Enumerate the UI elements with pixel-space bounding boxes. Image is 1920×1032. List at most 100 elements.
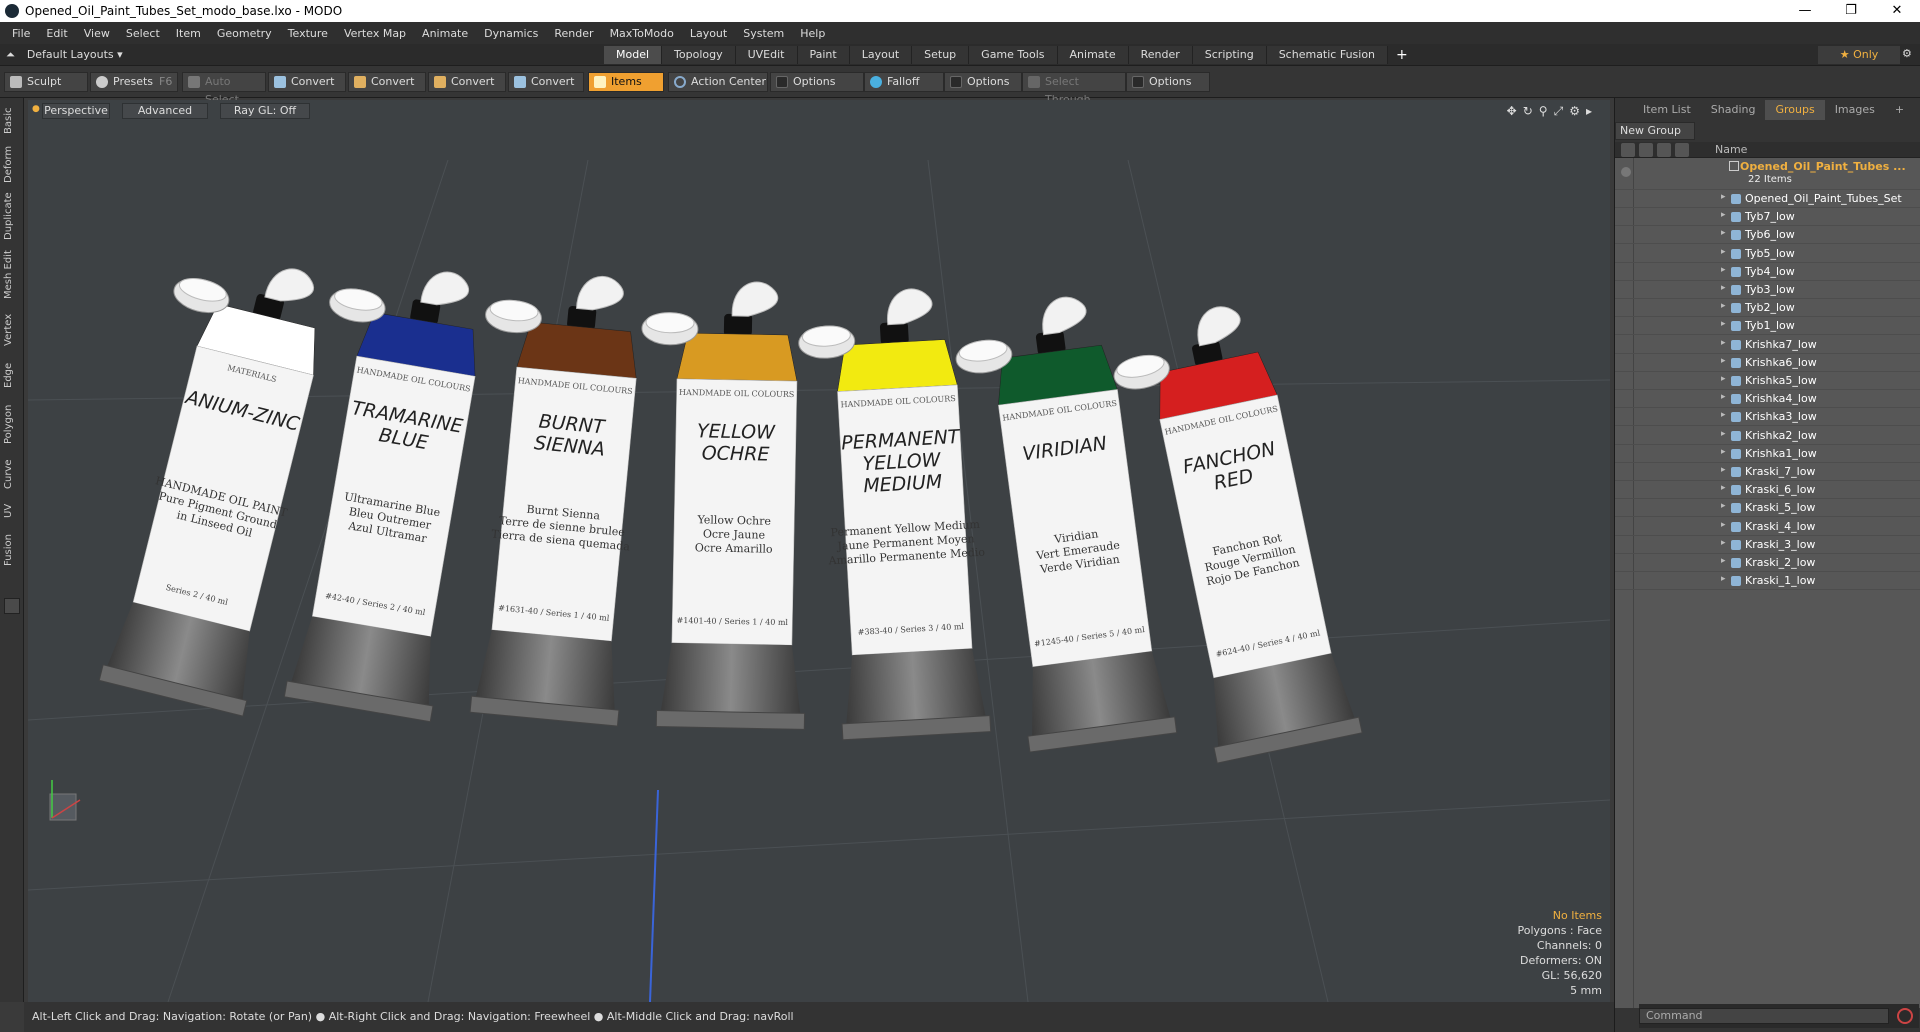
convert-polygon-button[interactable]: Convert (428, 72, 506, 92)
expand-arrow-icon[interactable]: ▸ (1721, 538, 1726, 548)
tab-animate[interactable]: Animate (1057, 46, 1129, 64)
group-item-row[interactable]: ▸ Tyb4_low (1615, 263, 1920, 281)
3d-viewport[interactable]: MATERIALS ANIUM-ZINC HANDMADE OIL PAINT Pur… (28, 100, 1610, 1002)
group-item-row[interactable]: ▸ Tyb5_low (1615, 245, 1920, 263)
pan-icon[interactable]: ✥ (1507, 104, 1517, 119)
falloff-options-button[interactable]: Options (944, 72, 1022, 92)
select-through-button[interactable]: Select Through (1022, 72, 1126, 106)
maximize-button[interactable]: ❐ (1828, 0, 1874, 22)
tab-paint[interactable]: Paint (797, 46, 850, 64)
add-panel-tab-icon[interactable]: + (1885, 100, 1914, 120)
menu-geometry[interactable]: Geometry (209, 27, 280, 40)
gear-icon[interactable]: ⚙ (1902, 47, 1912, 60)
expand-arrow-icon[interactable]: ▸ (1721, 301, 1726, 311)
menu-layout[interactable]: Layout (682, 27, 735, 40)
expand-arrow-icon[interactable]: ▸ (1721, 392, 1726, 402)
expand-arrow-icon[interactable]: ▸ (1721, 465, 1726, 475)
view-mode-perspective[interactable]: Perspective (42, 103, 110, 119)
expand-arrow-icon[interactable]: ▸ (1721, 574, 1726, 584)
expand-arrow-icon[interactable]: ▸ (1721, 374, 1726, 384)
group-item-row[interactable]: ▸ Krishka6_low (1615, 354, 1920, 372)
expand-arrow-icon[interactable]: ▸ (1721, 247, 1726, 257)
left-tab-uv[interactable]: UV (3, 498, 21, 524)
left-tab-mesh-edit[interactable]: Mesh Edit (3, 248, 21, 302)
tab-item-list[interactable]: Item List (1633, 100, 1701, 120)
group-item-row[interactable]: ▸ Tyb1_low (1615, 317, 1920, 336)
group-item-row[interactable]: ▸ Kraski_5_low (1615, 499, 1920, 518)
expand-arrow-icon[interactable]: ▸ (1721, 429, 1726, 439)
left-tab-curve[interactable]: Curve (3, 456, 21, 492)
left-tab-vertex[interactable]: Vertex (3, 310, 21, 350)
raygl-toggle[interactable]: Ray GL: Off (220, 103, 310, 119)
group-item-row[interactable]: ▸ Tyb2_low (1615, 299, 1920, 318)
menu-system[interactable]: System (735, 27, 792, 40)
expand-arrow-icon[interactable]: ▸ (1721, 356, 1726, 366)
expand-arrow-icon[interactable]: ▸ (1721, 265, 1726, 275)
viewport-menu-arrow-icon[interactable]: ▸ (1586, 104, 1592, 119)
rotate-icon[interactable]: ↻ (1523, 104, 1533, 119)
expand-arrow-icon[interactable]: ▸ (1721, 283, 1726, 293)
expand-arrow-icon[interactable]: ▸ (1721, 192, 1726, 202)
group-item-row[interactable]: ▸ Opened_Oil_Paint_Tubes_Set (1615, 190, 1920, 208)
action-center-button[interactable]: Action Center (668, 72, 768, 92)
menu-edit[interactable]: Edit (38, 27, 75, 40)
expand-arrow-icon[interactable]: ▸ (1721, 210, 1726, 220)
tab-schematic-fusion[interactable]: Schematic Fusion (1266, 46, 1389, 64)
items-mode-button[interactable]: Items (588, 72, 664, 92)
new-group-button[interactable]: New Group (1615, 122, 1695, 140)
menu-item[interactable]: Item (168, 27, 209, 40)
group-item-row[interactable]: ▸ Kraski_7_low (1615, 463, 1920, 481)
tab-render[interactable]: Render (1128, 46, 1193, 64)
menu-select[interactable]: Select (118, 27, 168, 40)
tab-setup[interactable]: Setup (912, 46, 970, 64)
menu-texture[interactable]: Texture (280, 27, 336, 40)
expand-arrow-icon[interactable]: ▸ (1721, 447, 1726, 457)
tab-images[interactable]: Images (1825, 100, 1885, 120)
convert-edge-button[interactable]: Convert (348, 72, 426, 92)
group-item-row[interactable]: ▸ Krishka7_low (1615, 336, 1920, 354)
expand-arrow-icon[interactable]: ▸ (1721, 483, 1726, 493)
group-item-row[interactable]: ▸ Krishka4_low (1615, 390, 1920, 409)
menu-help[interactable]: Help (792, 27, 833, 40)
presets-button[interactable]: Presets F6 (90, 72, 178, 92)
select-column-icon[interactable] (1675, 143, 1689, 157)
menu-animate[interactable]: Animate (414, 27, 476, 40)
eye-icon[interactable] (1621, 167, 1631, 177)
group-item-row[interactable]: ▸ Krishka3_low (1615, 408, 1920, 427)
convert-item-button[interactable]: Convert (508, 72, 584, 92)
render-column-icon[interactable] (1639, 143, 1653, 157)
record-icon[interactable] (1897, 1008, 1913, 1024)
viewport-gear-icon[interactable]: ⚙ (1569, 104, 1580, 119)
expand-arrow-icon[interactable]: ▸ (1721, 410, 1726, 420)
add-tab-plus-icon[interactable]: + (1388, 46, 1416, 64)
menu-vertex-map[interactable]: Vertex Map (336, 27, 414, 40)
left-tab-duplicate[interactable]: Duplicate (3, 190, 21, 242)
tab-game-tools[interactable]: Game Tools (969, 46, 1058, 64)
shading-mode-advanced[interactable]: Advanced (122, 103, 208, 119)
menu-maxtomodo[interactable]: MaxToModo (602, 27, 682, 40)
tab-topology[interactable]: Topology (662, 46, 736, 64)
falloff-button[interactable]: Falloff (864, 72, 944, 92)
only-toggle-button[interactable]: ★ Only (1818, 46, 1900, 64)
group-item-row[interactable]: ▸ Krishka5_low (1615, 372, 1920, 390)
group-item-row[interactable]: ▸ Kraski_1_low (1615, 572, 1920, 591)
left-tab-polygon[interactable]: Polygon (3, 400, 21, 448)
group-item-row[interactable]: ▸ Kraski_6_low (1615, 481, 1920, 500)
group-item-row[interactable]: ▸ Tyb3_low (1615, 281, 1920, 299)
group-item-row[interactable]: ▸ Krishka2_low (1615, 427, 1920, 445)
tab-groups[interactable]: Groups (1765, 100, 1825, 120)
viewport-options-icon[interactable]: ● (32, 104, 40, 114)
expand-arrow-icon[interactable]: ▸ (1721, 319, 1726, 329)
left-tab-basic[interactable]: Basic (3, 104, 21, 138)
lock-column-icon[interactable] (1657, 143, 1671, 157)
palette-toggle-icon[interactable] (4, 598, 20, 614)
menu-render[interactable]: Render (546, 27, 601, 40)
fit-icon[interactable]: ⤢ (1554, 104, 1564, 119)
expand-arrow-icon[interactable]: ▸ (1721, 556, 1726, 566)
select-through-options-button[interactable]: Options (1126, 72, 1210, 92)
zoom-icon[interactable]: ⚲ (1539, 104, 1548, 119)
layout-collapse-icon[interactable]: ⏶ (6, 48, 15, 62)
group-item-row[interactable]: ▸ Krishka1_low (1615, 445, 1920, 463)
minimize-button[interactable]: — (1782, 0, 1828, 22)
menu-file[interactable]: File (4, 27, 38, 40)
